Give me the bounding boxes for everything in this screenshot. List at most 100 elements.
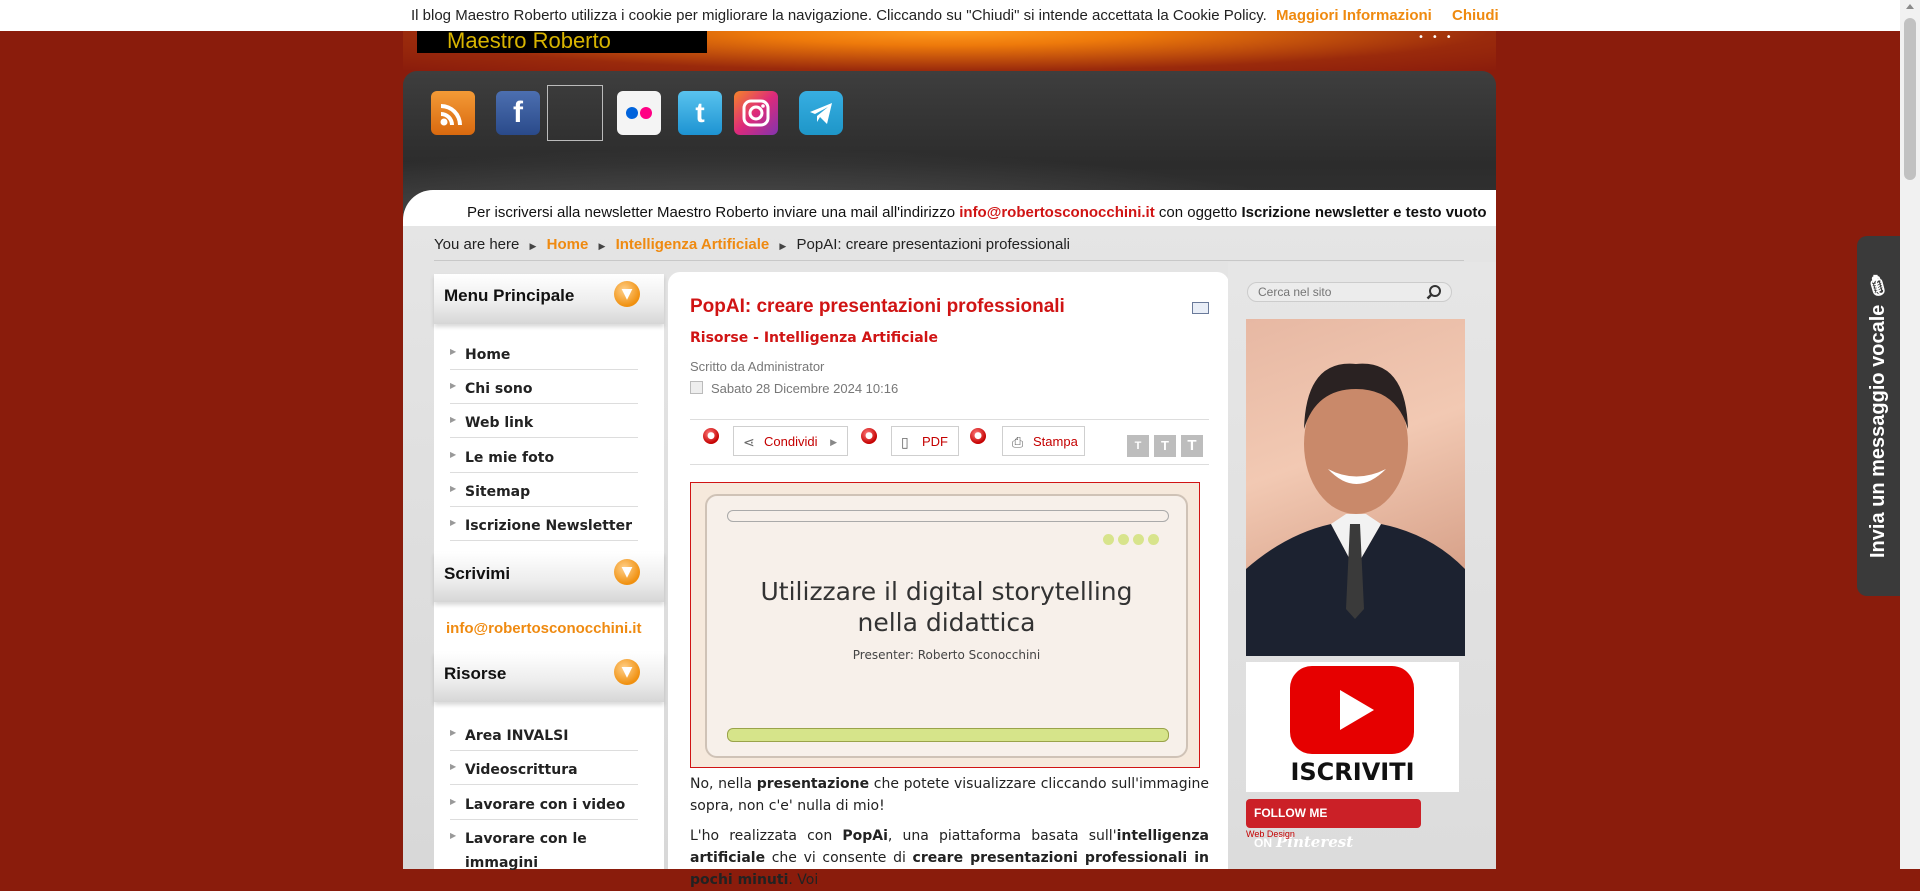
article-category[interactable]: Risorse - Intelligenza Artificiale xyxy=(690,330,938,346)
pin-icon: ● xyxy=(703,428,719,444)
broken-image[interactable] xyxy=(547,85,603,141)
search-input[interactable] xyxy=(1247,282,1452,302)
breadcrumb-home[interactable]: Home xyxy=(547,236,589,253)
breadcrumb-separator-icon: ▶ xyxy=(598,241,606,251)
presentation-slide[interactable]: Utilizzare il digital storytelling nella… xyxy=(705,494,1188,758)
flickr-icon[interactable] xyxy=(617,91,661,135)
share-label: Condividi xyxy=(764,434,818,449)
sidebar-item-chi-sono[interactable]: ▶ Chi sono xyxy=(450,370,638,404)
sidebar-item-area-invalsi[interactable]: ▶ Area INVALSI xyxy=(450,717,638,751)
text-run: L'ho realizzata con xyxy=(690,828,843,844)
web-design-link[interactable]: Web Design xyxy=(1246,829,1295,839)
share-icon: ⋖ xyxy=(743,434,755,450)
share-button[interactable]: ⋖ Condividi ▶ xyxy=(733,426,848,456)
twitter-icon[interactable]: t xyxy=(678,91,722,135)
slide-dots xyxy=(1103,530,1163,549)
pdf-label: PDF xyxy=(922,434,948,449)
youtube-subscribe[interactable]: ISCRIVITI xyxy=(1246,662,1459,792)
breadcrumb-category[interactable]: Intelligenza Artificiale xyxy=(616,236,770,253)
sidebar-item-iscrizione-newsletter[interactable]: ▶ Iscrizione Newsletter xyxy=(450,507,638,541)
slide-headline: Utilizzare il digital storytelling nella… xyxy=(707,576,1186,638)
newsletter-bar: Per iscriversi alla newsletter Maestro R… xyxy=(403,190,1496,226)
pinterest-follow-button[interactable]: FOLLOW ME ON Pinterest xyxy=(1246,799,1421,851)
print-button[interactable]: ⎙ Stampa xyxy=(1002,426,1085,456)
calendar-icon xyxy=(690,381,703,394)
cookie-bar: Il blog Maestro Roberto utilizza i cooki… xyxy=(0,0,1900,31)
cookie-message: Il blog Maestro Roberto utilizza i cooki… xyxy=(411,7,1267,24)
text-run: No, nella xyxy=(690,776,757,792)
caret-right-icon: ▶ xyxy=(450,450,457,459)
cookie-more-link[interactable]: Maggiori Informazioni xyxy=(1276,7,1432,24)
sidebar-item-label: Lavorare con i video xyxy=(465,797,626,813)
newsletter-prefix: Per iscriversi alla newsletter Maestro R… xyxy=(467,204,956,221)
article-paragraph-1: No, nella presentazione che potete visua… xyxy=(690,773,1209,817)
text-run: . Voi xyxy=(788,872,819,888)
microphone-icon: 🎙 xyxy=(1867,273,1890,300)
slide-headline-line2: nella didattica xyxy=(857,608,1036,637)
caret-right-icon: ▶ xyxy=(450,484,457,493)
scrollbar[interactable] xyxy=(1900,0,1920,869)
sidebar-item-le-mie-foto[interactable]: ▶ Le mie foto xyxy=(450,439,638,473)
instagram-icon[interactable] xyxy=(734,91,778,135)
article-author: Scritto da Administrator xyxy=(690,359,825,374)
pdf-icon: ▯ xyxy=(901,434,909,450)
font-size-large-button[interactable]: T xyxy=(1181,435,1203,457)
breadcrumb: You are here ▶ Home ▶ Intelligenza Artif… xyxy=(434,236,1464,261)
caret-right-icon: ▶ xyxy=(450,797,457,806)
scrivimi-header[interactable]: Scrivimi ▼ xyxy=(434,552,664,602)
caret-right-icon: ▶ xyxy=(450,728,457,737)
voice-message-label: Invia un messaggio vocale 🎙 xyxy=(1857,236,1900,596)
sidebar-item-web-link[interactable]: ▶ Web link xyxy=(450,404,638,438)
font-size-small-button[interactable]: T xyxy=(1127,435,1149,457)
text-bold: presentazione xyxy=(756,776,870,792)
print-icon: ⎙ xyxy=(1012,434,1024,450)
risorse-title: Risorse xyxy=(444,664,507,683)
rss-icon[interactable] xyxy=(431,91,475,135)
pin-icon: ● xyxy=(970,428,986,444)
voice-message-tab[interactable]: Invia un messaggio vocale 🎙 xyxy=(1857,236,1900,596)
caret-right-icon: ▶ xyxy=(450,831,457,840)
slide-bottom-bar xyxy=(727,728,1169,742)
facebook-icon[interactable]: f xyxy=(496,91,540,135)
chevron-down-icon[interactable]: ▼ xyxy=(614,659,640,685)
site-logo[interactable]: Maestro Roberto xyxy=(417,31,707,53)
article-title[interactable]: PopAI: creare presentazioni professional… xyxy=(690,296,1065,318)
chevron-down-icon[interactable]: ▼ xyxy=(614,281,640,307)
telegram-icon[interactable] xyxy=(799,91,843,135)
youtube-play-icon xyxy=(1290,666,1414,754)
cookie-close-button[interactable]: Chiudi xyxy=(1452,7,1499,24)
sidebar-item-videoscrittura[interactable]: ▶ Videoscrittura xyxy=(450,751,638,785)
slide-presenter: Presenter: Roberto Sconocchini xyxy=(852,648,1041,662)
slide-top-bar xyxy=(727,510,1169,522)
newsletter-email-link[interactable]: info@robertosconocchini.it xyxy=(959,204,1154,221)
sidebar-item-home[interactable]: ▶ Home xyxy=(450,336,638,370)
sidebar-email-link[interactable]: info@robertosconocchini.it xyxy=(446,620,641,637)
risorse-header[interactable]: Risorse ▼ xyxy=(434,652,664,702)
pdf-button[interactable]: ▯ PDF xyxy=(891,426,959,456)
sidebar-item-sitemap[interactable]: ▶ Sitemap xyxy=(450,473,638,507)
font-size-medium-button[interactable]: T xyxy=(1154,435,1176,457)
caret-right-icon: ▶ xyxy=(450,381,457,390)
sidebar-item-label: Area INVALSI xyxy=(465,728,569,744)
caret-right-icon: ▶ xyxy=(450,762,457,771)
article-date: Sabato 28 Dicembre 2024 10:16 xyxy=(690,381,898,396)
scroll-up-icon[interactable] xyxy=(1906,4,1914,9)
sidebar-item-lavorare-video[interactable]: ▶ Lavorare con i video xyxy=(450,786,638,820)
breadcrumb-current: PopAI: creare presentazioni professional… xyxy=(796,236,1071,253)
sidebar-item-label: Chi sono xyxy=(465,381,533,397)
author-photo xyxy=(1246,319,1465,656)
email-icon[interactable] xyxy=(1192,302,1209,314)
article-paragraph-2: L'ho realizzata con PopAi, una piattafor… xyxy=(690,825,1209,891)
sidebar-item-lavorare-immagini[interactable]: ▶ Lavorare con le immagini xyxy=(450,820,638,871)
menu-principale-header[interactable]: Menu Principale ▼ xyxy=(434,274,664,324)
chevron-down-icon[interactable]: ▼ xyxy=(614,559,640,585)
text-bold: PopAi xyxy=(842,828,888,844)
caret-right-icon: ▶ xyxy=(830,437,837,447)
sidebar-item-label: Iscrizione Newsletter xyxy=(465,518,633,534)
breadcrumb-separator-icon: ▶ xyxy=(779,241,787,251)
search-icon[interactable] xyxy=(1426,284,1442,300)
sidebar-item-label: Home xyxy=(465,347,511,363)
scrollbar-thumb[interactable] xyxy=(1904,18,1916,180)
print-label: Stampa xyxy=(1033,434,1078,449)
menu-principale-title: Menu Principale xyxy=(444,286,575,305)
